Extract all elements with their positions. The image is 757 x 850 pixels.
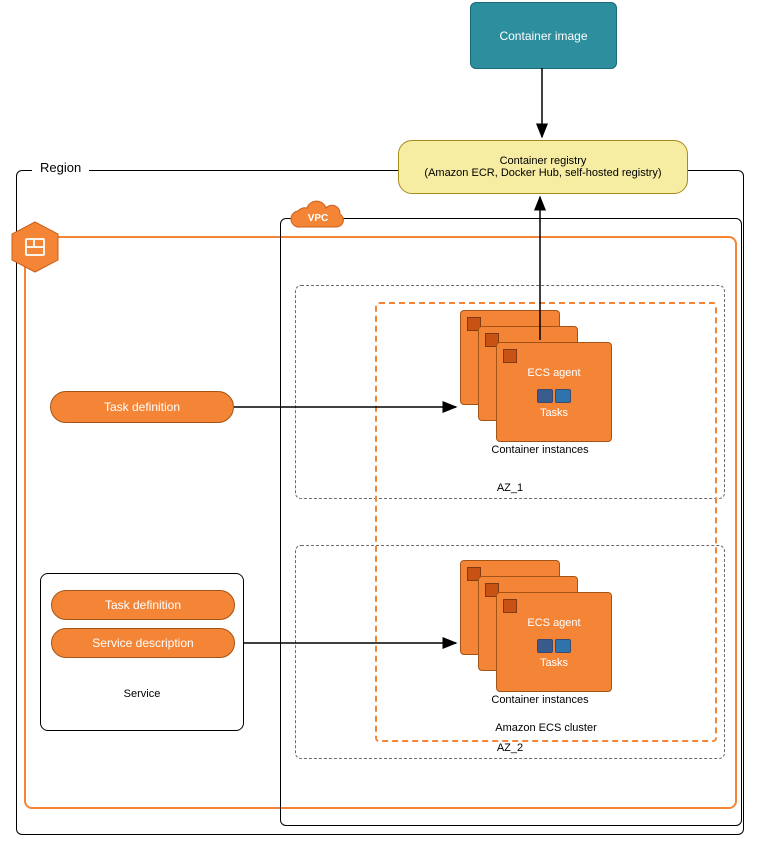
container-registry: Container registry (Amazon ECR, Docker H… [398,140,688,194]
task-chip [555,639,571,653]
vpc-icon: VPC [290,200,348,232]
task-chips [497,389,611,406]
ecs-agent-label: ECS agent [497,617,611,629]
vpc-label: VPC [308,213,329,224]
service-label: Service [40,688,244,700]
container-instances-az2: ECS agent Tasks Container instances [460,560,590,690]
instance-card-front: ECS agent Tasks [496,342,612,442]
task-definition-2: Task definition [51,590,235,620]
tasks-label: Tasks [497,657,611,669]
architecture-diagram: Region VPC AZ_1 AZ_2 Amazon ECS cluster [0,0,757,850]
container-instances-label: Container instances [460,444,620,456]
task-chips [497,639,611,656]
task-chip [537,639,553,653]
ecs-agent-label: ECS agent [497,367,611,379]
task-definition-label: Task definition [104,400,180,414]
task-definition-label: Task definition [105,598,181,612]
tasks-label: Tasks [497,407,611,419]
service-description-label: Service description [92,636,193,650]
container-image: Container image [470,2,617,69]
container-instances-label: Container instances [460,694,620,706]
service-description: Service description [51,628,235,658]
aws-ecs-icon [8,220,62,274]
task-definition-1: Task definition [50,391,234,423]
container-icon [503,349,517,363]
instance-card-front: ECS agent Tasks [496,592,612,692]
ecs-cluster-label: Amazon ECS cluster [377,722,715,734]
container-instances-az1: ECS agent Tasks Container instances [460,310,590,440]
registry-title: Container registry [500,155,587,167]
az2-label: AZ_2 [296,742,724,754]
region-label: Region [32,160,89,175]
task-chip [537,389,553,403]
task-chip [555,389,571,403]
container-image-label: Container image [499,29,587,43]
container-icon [503,599,517,613]
registry-subtitle: (Amazon ECR, Docker Hub, self-hosted reg… [424,167,661,179]
